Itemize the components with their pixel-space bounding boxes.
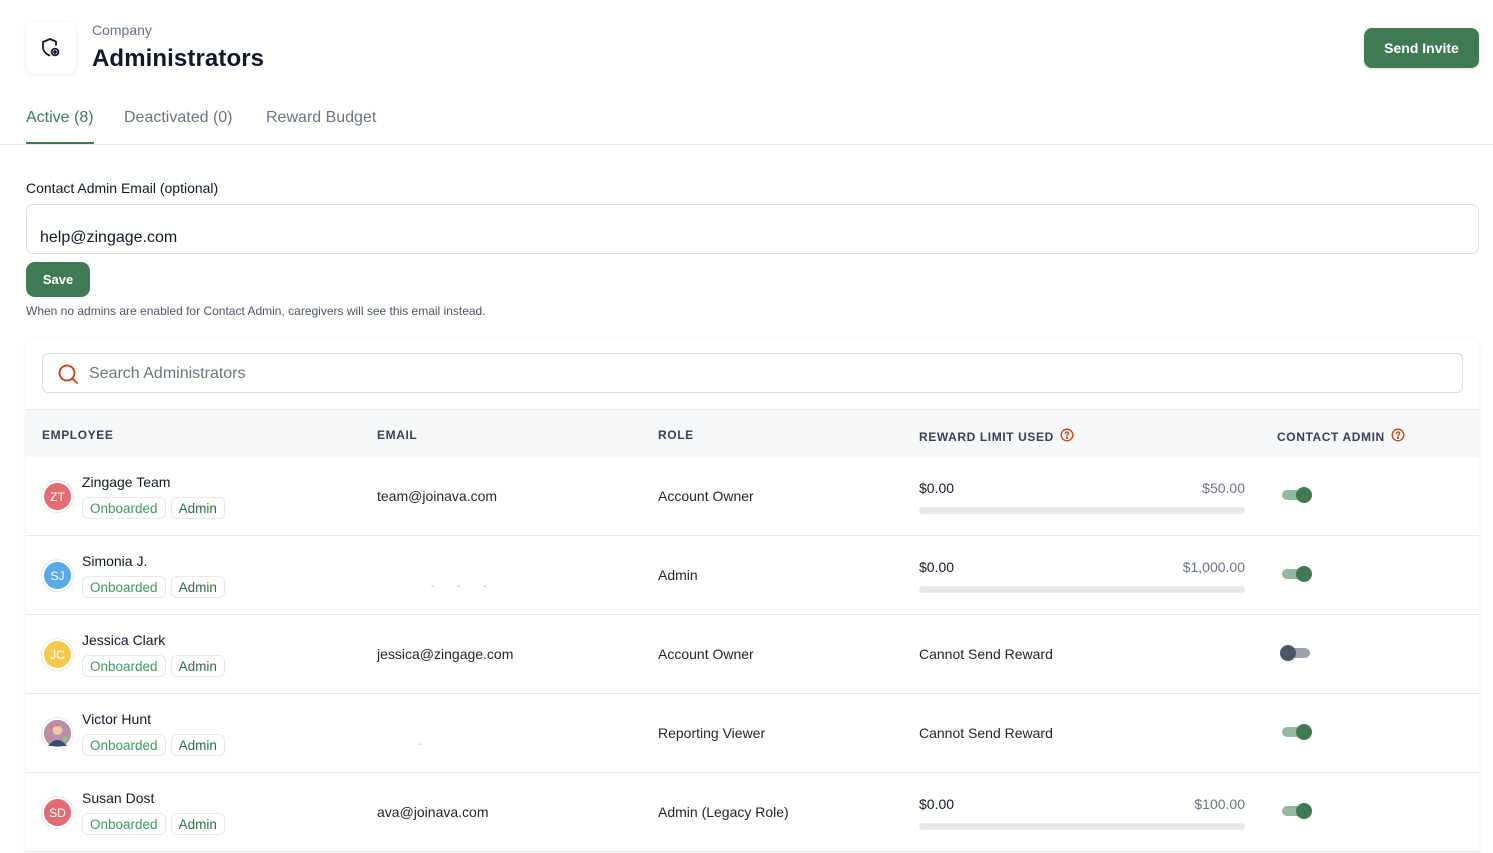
redacted-email: - - - [431, 581, 497, 592]
table-row[interactable]: Victor Hunt Onboarded Admin - Reporting … [26, 694, 1479, 773]
role-badge: Admin [170, 497, 225, 519]
employee-name[interactable]: Jessica Clark [82, 632, 165, 648]
contact-admin-hint: When no admins are enabled for Contact A… [26, 304, 486, 318]
toggle-knob [1296, 803, 1312, 819]
status-badges: Onboarded Admin [82, 497, 225, 519]
reward-used: $0.00 [919, 559, 955, 575]
employee-email: jessica@zingage.com [377, 646, 514, 662]
column-email[interactable]: EMAIL [377, 428, 417, 442]
contact-admin-toggle[interactable] [1280, 645, 1310, 661]
status-badge: Onboarded [82, 655, 166, 677]
status-badge: Onboarded [82, 576, 166, 598]
employee-role: Account Owner [658, 488, 754, 504]
toggle-knob [1280, 645, 1296, 661]
reward-status: Cannot Send Reward [919, 646, 1053, 662]
employee-role: Reporting Viewer [658, 725, 766, 741]
employee-email: team@joinava.com [377, 488, 498, 504]
employee-role: Admin [658, 567, 698, 583]
status-badge: Onboarded [82, 497, 166, 519]
status-badges: Onboarded Admin [82, 734, 225, 756]
table-row[interactable]: SD Susan Dost Onboarded Admin ava@joinav… [26, 773, 1479, 852]
page-title: Administrators [92, 45, 265, 72]
contact-admin-toggle[interactable] [1282, 487, 1312, 503]
contact-admin-email-field[interactable]: help@zingage.com [26, 204, 1479, 254]
column-role[interactable]: ROLE [658, 428, 694, 442]
toggle-knob [1296, 487, 1312, 503]
reward-limit: $100.00 [1194, 796, 1245, 812]
contact-admin-toggle[interactable] [1282, 803, 1312, 819]
table-row[interactable]: ZT Zingage Team Onboarded Admin team@joi… [26, 457, 1479, 536]
employee-name[interactable]: Victor Hunt [82, 711, 151, 727]
tab-deactivated[interactable]: Deactivated (0) [124, 109, 233, 144]
avatar: SD [42, 797, 73, 828]
tab-active[interactable]: Active (8) [26, 109, 94, 144]
column-reward-limit-used[interactable]: REWARD LIMIT USED [919, 428, 1074, 445]
avatar: SJ [42, 560, 73, 591]
employee-name[interactable]: Simonia J. [82, 553, 147, 569]
role-badge: Admin [170, 655, 225, 677]
employee-role: Admin (Legacy Role) [658, 804, 789, 820]
contact-admin-email-label: Contact Admin Email (optional) [26, 180, 219, 196]
avatar-photo [44, 720, 71, 747]
send-invite-button[interactable]: Send Invite [1364, 28, 1479, 68]
column-contact-admin[interactable]: CONTACT ADMIN [1277, 428, 1405, 445]
status-badge: Onboarded [82, 813, 166, 835]
reward-used: $0.00 [919, 480, 955, 496]
breadcrumb[interactable]: Company [92, 22, 152, 38]
role-badge: Admin [170, 734, 225, 756]
page-header: Company Administrators Send Invite [26, 22, 1479, 74]
role-badge: Admin [170, 813, 225, 835]
reward-progress-bar [919, 586, 1245, 593]
reward-used: $0.00 [919, 796, 955, 812]
column-employee[interactable]: EMPLOYEE [42, 428, 113, 442]
reward-progress-bar [919, 823, 1245, 830]
contact-admin-toggle[interactable] [1282, 566, 1312, 582]
help-icon[interactable] [1391, 428, 1405, 445]
employee-email: ava@joinava.com [377, 804, 489, 820]
tab-reward-budget[interactable]: Reward Budget [266, 109, 376, 144]
reward-limit: $50.00 [1202, 480, 1245, 496]
status-badge: Onboarded [82, 734, 166, 756]
reward-progress-bar [919, 507, 1245, 514]
search-placeholder: Search Administrators [89, 365, 246, 382]
search-icon [57, 363, 79, 390]
shield-gear-icon [26, 22, 76, 74]
toggle-knob [1296, 566, 1312, 582]
status-badges: Onboarded Admin [82, 813, 225, 835]
avatar [42, 718, 73, 749]
search-input[interactable]: Search Administrators [42, 353, 1463, 393]
employee-name[interactable]: Susan Dost [82, 790, 154, 806]
tab-bar: Active (8) Deactivated (0) Reward Budget [0, 96, 1493, 145]
toggle-knob [1296, 724, 1312, 740]
avatar: JC [42, 639, 73, 670]
employee-name[interactable]: Zingage Team [82, 474, 170, 490]
reward-status: Cannot Send Reward [919, 725, 1053, 741]
status-badges: Onboarded Admin [82, 576, 225, 598]
table-header: EMPLOYEE EMAIL ROLE REWARD LIMIT USED CO… [26, 409, 1479, 457]
status-badges: Onboarded Admin [82, 655, 225, 677]
avatar: ZT [42, 481, 73, 512]
table-row[interactable]: SJ Simonia J. Onboarded Admin - - - Admi… [26, 536, 1479, 615]
contact-admin-toggle[interactable] [1282, 724, 1312, 740]
table-row[interactable]: JC Jessica Clark Onboarded Admin jessica… [26, 615, 1479, 694]
help-icon[interactable] [1060, 428, 1074, 445]
administrators-table-card: Search Administrators EMPLOYEE EMAIL ROL… [26, 338, 1479, 853]
reward-limit: $1,000.00 [1182, 559, 1245, 575]
save-button[interactable]: Save [26, 262, 90, 297]
role-badge: Admin [170, 576, 225, 598]
redacted-email: - [418, 739, 432, 750]
employee-role: Account Owner [658, 646, 754, 662]
